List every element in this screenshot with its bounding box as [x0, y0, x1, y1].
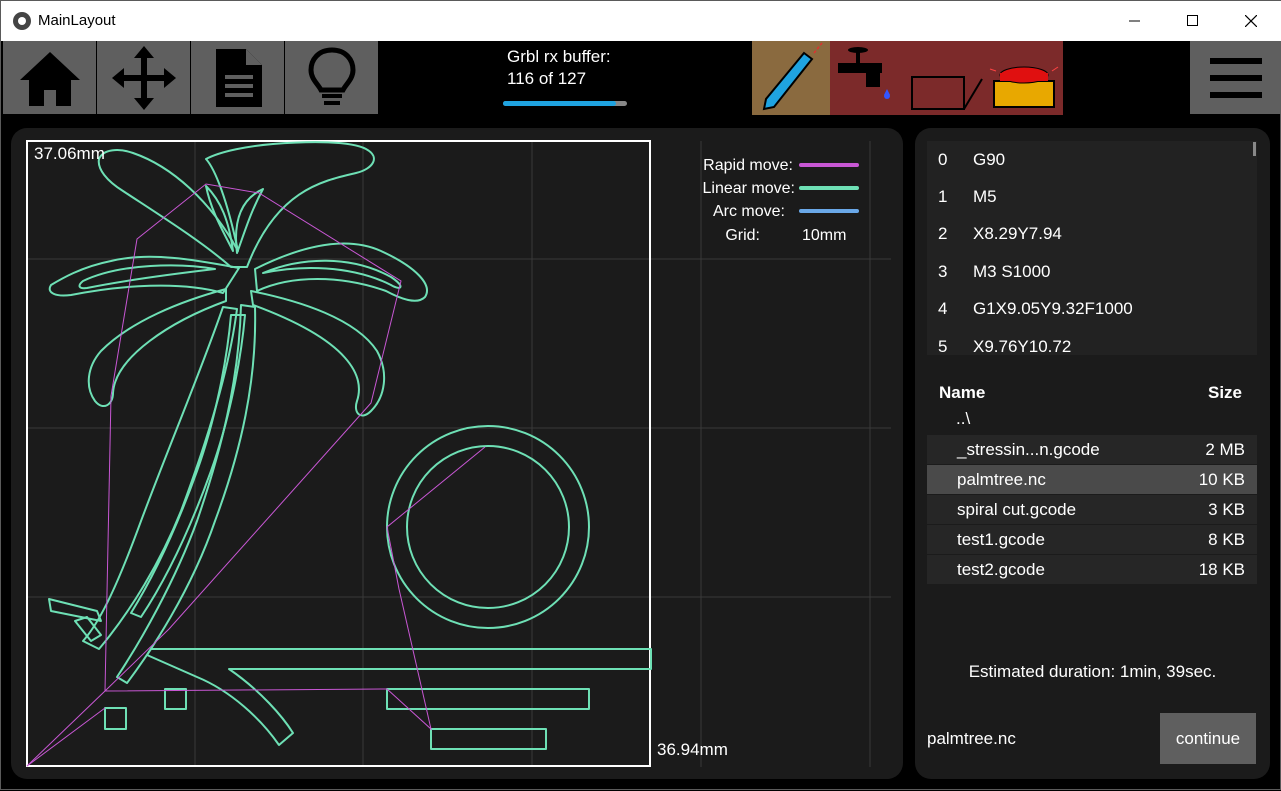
main-window: MainLayout Grbl rx buffer: 116 of 127 37… — [0, 0, 1281, 790]
gcode-line-code: M3 S1000 — [973, 262, 1051, 281]
file-name: test2.gcode — [957, 560, 1045, 579]
legend-rapid-label: Rapid move: — [703, 157, 793, 174]
y-extent-label: 37.06mm — [34, 144, 105, 163]
legend-linear-swatch — [799, 186, 859, 190]
file-row[interactable]: test2.gcode 18 KB — [927, 555, 1257, 584]
gcode-line-code: G90 — [973, 150, 1006, 169]
plot-grid — [27, 141, 891, 767]
file-row[interactable]: test1.gcode 8 KB — [927, 525, 1257, 554]
gcode-line-index: 3 — [938, 262, 948, 281]
file-row[interactable]: _stressin...n.gcode 2 MB — [927, 435, 1257, 464]
file-header-name[interactable]: Name — [939, 383, 985, 403]
gcode-line-index: 4 — [938, 299, 948, 318]
gcode-line-index: 0 — [938, 150, 948, 169]
file-size: 18 KB — [1198, 560, 1245, 579]
gcode-line-index: 2 — [938, 224, 948, 243]
estimated-duration: Estimated duration: 1min, 39sec. — [968, 662, 1217, 681]
x-extent-label: 36.94mm — [657, 740, 728, 759]
gcode-line[interactable]: 5 X9.76Y10.72 — [927, 328, 1257, 355]
gcode-list[interactable]: 0 G90 1 M5 2 X8.29Y7.94 3 M3 S1000 4 G1X9.05Y9.32… — [927, 141, 1257, 355]
gcode-line[interactable]: 0 G90 — [927, 141, 1257, 178]
legend-arc-label: Arc move: — [712, 203, 785, 220]
legend-rapid-swatch — [799, 163, 859, 167]
gcode-line-code: X8.29Y7.94 — [973, 224, 1062, 243]
file-size: 10 KB — [1198, 470, 1245, 489]
gcode-line[interactable]: 2 X8.29Y7.94 — [927, 215, 1257, 252]
gcode-scrollbar[interactable] — [1253, 142, 1256, 156]
gcode-line-code: G1X9.05Y9.32F1000 — [973, 299, 1133, 318]
legend-arc-swatch — [799, 209, 859, 213]
gcode-line-code: X9.76Y10.72 — [973, 337, 1072, 355]
continue-button[interactable]: continue — [1160, 713, 1256, 764]
file-size: 8 KB — [1208, 530, 1245, 549]
file-size: 2 MB — [1205, 440, 1245, 459]
gcode-line-index: 5 — [938, 337, 948, 355]
file-size: 3 KB — [1208, 500, 1245, 519]
file-name: spiral cut.gcode — [957, 500, 1077, 519]
legend-grid-value: 10mm — [802, 227, 847, 244]
file-row[interactable]: spiral cut.gcode 3 KB — [927, 495, 1257, 524]
parent-dir-item[interactable]: ..\ — [956, 409, 970, 429]
current-file-label: palmtree.nc — [927, 729, 1016, 748]
file-name: _stressin...n.gcode — [957, 440, 1100, 459]
gcode-line-code: M5 — [973, 187, 997, 206]
file-row[interactable]: palmtree.nc 10 KB — [927, 465, 1257, 494]
legend-linear-label: Linear move: — [702, 180, 796, 197]
file-name: test1.gcode — [957, 530, 1045, 549]
file-name: palmtree.nc — [957, 470, 1046, 489]
legend-grid-label: Grid: — [725, 227, 760, 244]
gcode-line[interactable]: 3 M3 S1000 — [927, 253, 1257, 290]
gcode-line-index: 1 — [938, 187, 948, 206]
file-header-size[interactable]: Size — [1208, 383, 1242, 403]
gcode-line[interactable]: 1 M5 — [927, 178, 1257, 215]
gcode-line[interactable]: 4 G1X9.05Y9.32F1000 — [927, 290, 1257, 327]
